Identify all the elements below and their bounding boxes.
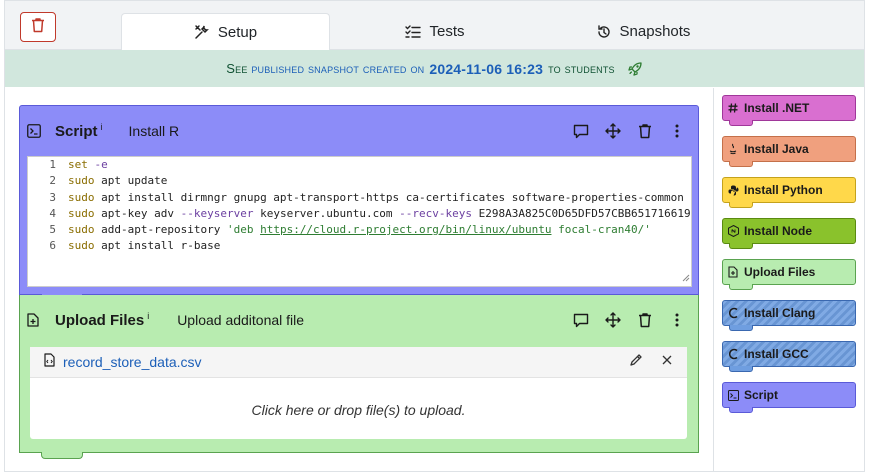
node-icon [728,225,740,237]
setup-canvas: Script i Install R 1 set -e 2 sudo apt upda… [18,88,699,460]
comment-icon[interactable] [572,311,590,329]
palette-install-dotnet[interactable]: Install .NET [722,95,856,126]
palette-install-gcc[interactable]: Install GCC [722,341,856,372]
checklist-icon [405,24,422,39]
python-icon [728,185,740,196]
close-icon[interactable] [661,353,673,372]
banner-see: See [226,61,248,76]
palette-upload-files[interactable]: Upload Files [722,259,856,290]
banner-to-students: to students [548,61,615,76]
block-title: Upload Files i [55,311,150,329]
published-snapshot-banner: See published snapshot created on 2024-1… [4,50,865,87]
tab-label: Setup [217,23,258,41]
tab-label: Snapshots [619,23,691,40]
terminal-icon [728,389,740,401]
move-icon[interactable] [604,122,622,140]
code-line: 4 sudo apt-key adv --keyserver keyserver.… [49,206,691,220]
move-icon[interactable] [604,311,622,329]
code-line: 5 sudo add-apt-repository 'deb https://cl… [49,223,651,237]
resize-handle-icon[interactable] [680,272,690,285]
file-plus-icon [27,313,41,327]
rocket-icon[interactable] [627,61,643,77]
file-drop-zone[interactable]: record_store_data.csv Click here or drop… [30,347,687,439]
tab-snapshots[interactable]: Snapshots [588,13,698,50]
tab-tests[interactable]: Tests [390,13,480,50]
hash-icon [728,103,740,113]
comment-icon[interactable] [572,122,590,140]
delete-button[interactable] [20,12,56,42]
palette-install-python[interactable]: Install Python [722,177,856,208]
block-description[interactable]: Upload additonal file [177,312,304,328]
block-actions [572,122,686,140]
tab-label: Tests [429,23,465,40]
banner-published-link[interactable]: published snapshot created on [251,61,424,76]
code-file-icon [44,352,55,372]
block-actions [572,311,686,329]
script-block-header: Script i Install R [20,106,698,156]
upload-files-block[interactable]: Upload Files i Upload additonal file reco… [19,295,699,459]
trash-icon [31,17,45,38]
terminal-icon [27,124,41,138]
code-line: 1 set -e [49,158,108,171]
drop-hint[interactable]: Click here or drop file(s) to upload. [30,402,687,418]
trash-icon[interactable] [636,122,654,140]
more-vertical-icon[interactable] [668,311,686,329]
palette-install-clang[interactable]: Install Clang [722,300,856,331]
palette-install-java[interactable]: Install Java [722,136,856,167]
palette-install-node[interactable]: Install Node [722,218,856,249]
file-plus-icon [728,266,740,278]
block-description[interactable]: Install R [129,123,180,139]
tools-icon [194,24,210,40]
upload-block-header: Upload Files i Upload additonal file [20,295,698,345]
file-item: record_store_data.csv [30,347,687,378]
banner-date: 2024-11-06 16:23 [429,60,544,77]
c-icon [728,348,740,360]
c-icon [728,307,740,319]
code-line: 6 sudo apt install r-base [49,239,221,253]
more-vertical-icon[interactable] [668,122,686,140]
pencil-icon[interactable] [629,353,643,372]
trash-icon[interactable] [636,311,654,329]
tab-setup[interactable]: Setup [121,13,330,50]
code-editor[interactable]: 1 set -e 2 sudo apt update 3 sudo apt insta… [27,156,692,287]
java-icon [728,143,740,155]
block-palette: Install .NET Install Java Install Python… [713,88,866,472]
block-title: Script i [55,122,103,140]
palette-script[interactable]: Script [722,382,856,413]
info-icon[interactable]: i [101,122,103,132]
info-icon[interactable]: i [147,311,149,321]
code-line: 2 sudo apt update [49,174,168,188]
history-icon [596,24,612,40]
file-name-link[interactable]: record_store_data.csv [63,354,202,370]
script-block[interactable]: Script i Install R 1 set -e 2 sudo apt upda… [19,105,699,301]
code-line: 3 sudo apt install dirmngr gnupg apt-tran… [49,190,684,204]
